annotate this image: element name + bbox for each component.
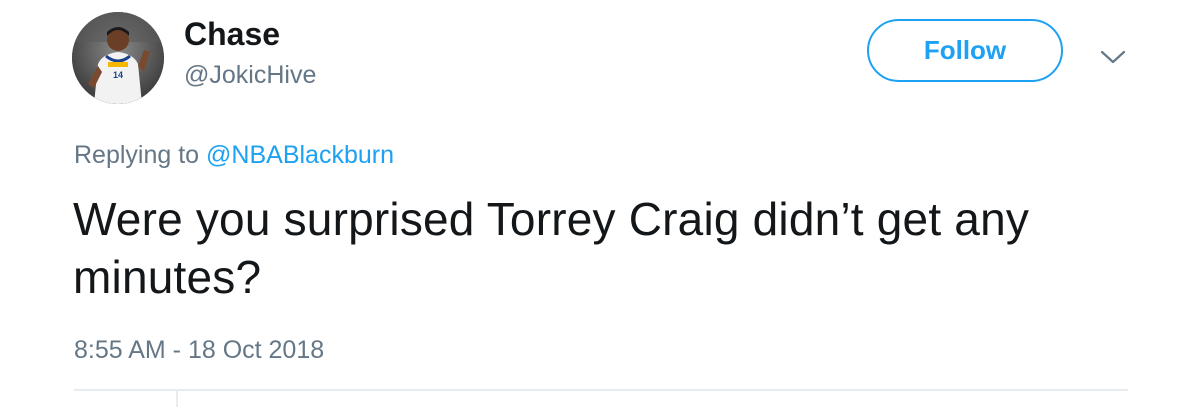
more-options-button[interactable] bbox=[1096, 40, 1130, 74]
follow-button[interactable]: Follow bbox=[867, 19, 1063, 82]
reply-mention-link[interactable]: @NBABlackburn bbox=[206, 141, 394, 169]
player-photo-avatar-icon: 14 bbox=[72, 12, 164, 104]
divider bbox=[74, 389, 1128, 391]
tweet-text: Were you surprised Torrey Craig didn’t g… bbox=[73, 193, 1030, 303]
avatar[interactable]: 14 bbox=[72, 12, 164, 104]
user-handle[interactable]: @JokicHive bbox=[184, 58, 316, 92]
reply-context: Replying to @NBABlackburn bbox=[74, 138, 394, 172]
svg-text:14: 14 bbox=[113, 70, 123, 80]
divider-tick bbox=[176, 391, 178, 407]
tweet-card: 14 Chase @JokicHive Follow Replying to @… bbox=[0, 0, 1200, 407]
chevron-down-icon bbox=[1100, 50, 1126, 64]
tweet-timestamp[interactable]: 8:55 AM - 18 Oct 2018 bbox=[74, 333, 324, 367]
reply-prefix: Replying to bbox=[74, 141, 200, 169]
display-name[interactable]: Chase bbox=[184, 14, 280, 54]
